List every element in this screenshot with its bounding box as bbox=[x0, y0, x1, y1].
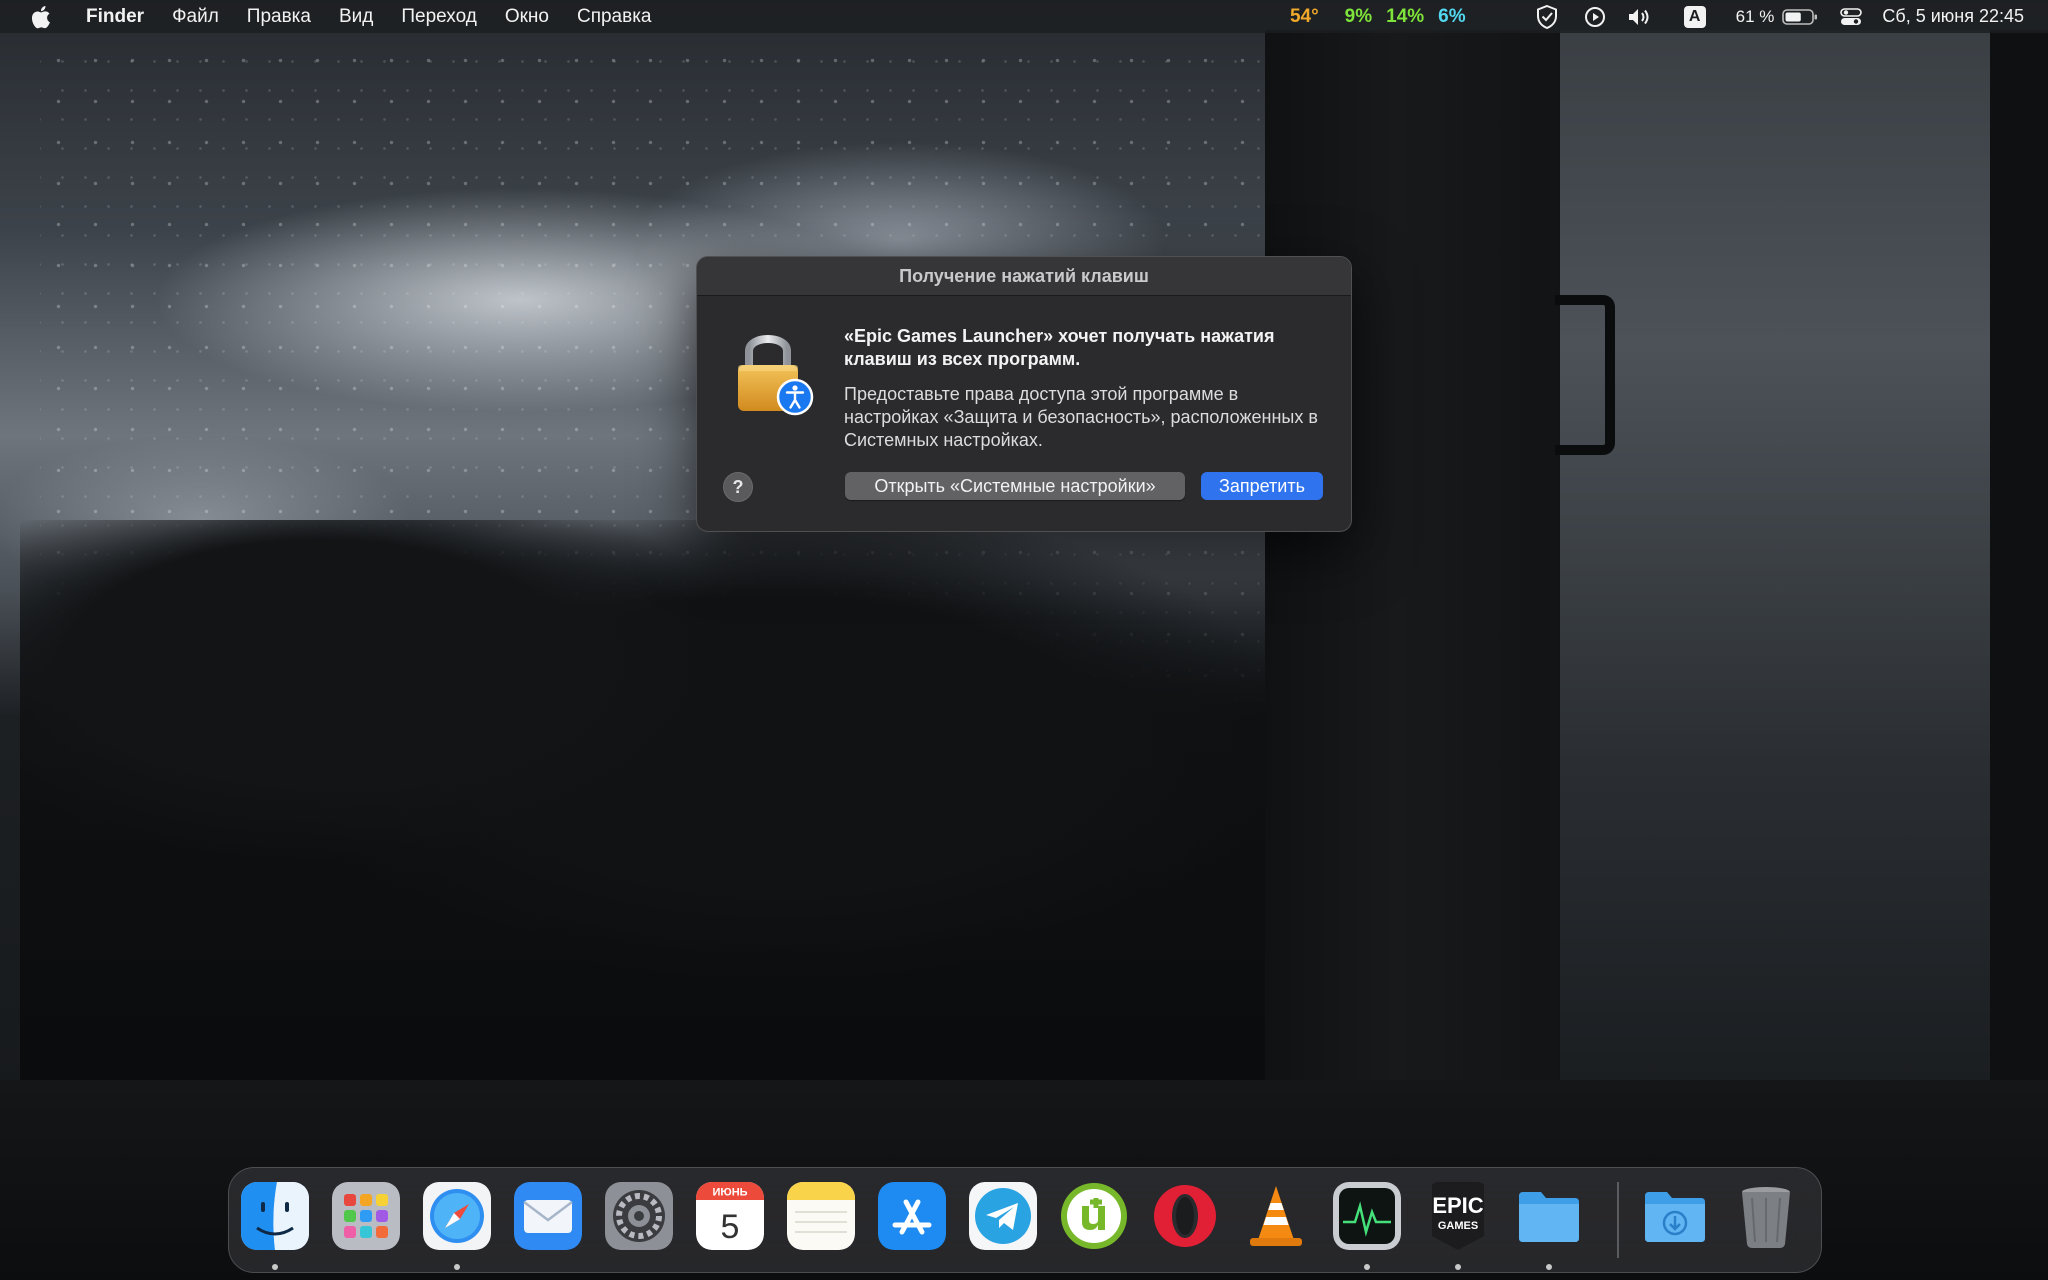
calendar-day: 5 bbox=[721, 1208, 740, 1246]
apple-icon[interactable] bbox=[30, 5, 52, 29]
epic-logo-line2: GAMES bbox=[1438, 1220, 1478, 1232]
dock-item-finder[interactable] bbox=[239, 1180, 311, 1270]
menu-file[interactable]: Файл bbox=[158, 0, 233, 33]
battery-icon[interactable] bbox=[1782, 8, 1818, 26]
running-indicator bbox=[1546, 1264, 1552, 1270]
wallpaper-trees bbox=[20, 520, 1270, 1080]
notes-icon bbox=[787, 1182, 855, 1250]
cpu-usage-stat[interactable]: 9% bbox=[1345, 6, 1372, 28]
utorrent-icon bbox=[1061, 1183, 1127, 1249]
dock-item-downloads[interactable] bbox=[1639, 1180, 1711, 1254]
running-indicator bbox=[1455, 1264, 1461, 1270]
launchpad-icon bbox=[332, 1182, 400, 1250]
menu-view[interactable]: Вид bbox=[325, 0, 387, 33]
dock-item-opera[interactable] bbox=[1149, 1180, 1221, 1254]
dock-separator bbox=[1617, 1182, 1619, 1258]
dock-item-mail[interactable] bbox=[512, 1180, 584, 1254]
dock-item-launchpad[interactable] bbox=[330, 1180, 402, 1254]
folder-icon bbox=[1519, 1192, 1579, 1242]
wallpaper-window-handle bbox=[1555, 295, 1615, 455]
menu-edit[interactable]: Правка bbox=[233, 0, 325, 33]
control-center-icon[interactable] bbox=[1840, 7, 1863, 27]
menubar-clock[interactable]: Сб, 5 июня 22:45 bbox=[1882, 6, 2024, 27]
adguard-shield-icon[interactable] bbox=[1534, 4, 1560, 30]
menu-app-finder[interactable]: Finder bbox=[74, 0, 158, 33]
dock-item-trash[interactable] bbox=[1730, 1180, 1802, 1254]
calendar-month: ИЮНЬ bbox=[712, 1187, 747, 1199]
dialog-headline: «Epic Games Launcher» хочет получать наж… bbox=[844, 326, 1275, 369]
trash-icon bbox=[1742, 1187, 1790, 1248]
menu-go[interactable]: Переход bbox=[387, 0, 490, 33]
dock-item-telegram[interactable] bbox=[967, 1180, 1039, 1254]
memory-usage-stat[interactable]: 14% bbox=[1386, 6, 1424, 28]
cpu-temperature-stat[interactable]: 54° bbox=[1290, 6, 1319, 28]
help-button[interactable]: ? bbox=[723, 472, 753, 502]
dock-item-vlc[interactable] bbox=[1240, 1180, 1312, 1254]
vlc-cone-icon bbox=[1250, 1186, 1302, 1246]
opera-icon bbox=[1154, 1185, 1216, 1247]
accessibility-permission-dialog: Получение нажатий клавиш «Epic Games Lau… bbox=[696, 256, 1352, 532]
telegram-icon bbox=[969, 1182, 1037, 1250]
dock-item-calendar[interactable]: ИЮНЬ 5 bbox=[694, 1180, 766, 1254]
disk-usage-stat[interactable]: 6% bbox=[1438, 6, 1465, 28]
activity-monitor-icon bbox=[1333, 1182, 1401, 1250]
input-source-label: A bbox=[1683, 5, 1706, 28]
gear-icon bbox=[605, 1182, 673, 1250]
battery-percent[interactable]: 61 % bbox=[1736, 7, 1775, 27]
dock-item-utorrent[interactable] bbox=[1058, 1180, 1130, 1254]
dock: ИЮНЬ 5 EPIC GAMES bbox=[228, 1167, 1822, 1273]
epic-games-icon: EPIC GAMES bbox=[1432, 1182, 1484, 1250]
safari-icon bbox=[423, 1182, 491, 1250]
running-indicator bbox=[272, 1264, 278, 1270]
dock-item-safari[interactable] bbox=[421, 1180, 493, 1270]
open-system-preferences-button[interactable]: Открыть «Системные настройки» bbox=[845, 472, 1185, 500]
dock-item-notes[interactable] bbox=[785, 1180, 857, 1254]
deny-button[interactable]: Запретить bbox=[1201, 472, 1323, 500]
volume-icon[interactable] bbox=[1626, 6, 1654, 28]
dock-item-system-preferences[interactable] bbox=[603, 1180, 675, 1254]
lock-accessibility-icon bbox=[738, 335, 814, 416]
downloads-folder-icon bbox=[1645, 1192, 1705, 1242]
input-source-icon[interactable]: A bbox=[1683, 5, 1706, 28]
dock-item-epic-games[interactable]: EPIC GAMES bbox=[1422, 1180, 1494, 1270]
play-circle-icon[interactable] bbox=[1584, 6, 1606, 28]
calendar-icon: ИЮНЬ 5 bbox=[696, 1182, 764, 1250]
dialog-title: Получение нажатий клавиш bbox=[697, 257, 1351, 296]
running-indicator bbox=[1364, 1264, 1370, 1270]
menu-help[interactable]: Справка bbox=[563, 0, 666, 33]
app-store-icon bbox=[878, 1182, 946, 1250]
wallpaper-window-frame bbox=[1265, 30, 1595, 1130]
menu-bar: Finder Файл Правка Вид Переход Окно Спра… bbox=[0, 0, 2048, 33]
dock-item-app-store[interactable] bbox=[876, 1180, 948, 1254]
dock-item-folder[interactable] bbox=[1513, 1180, 1585, 1270]
finder-icon bbox=[241, 1182, 309, 1250]
wallpaper-window-pane bbox=[1560, 30, 2000, 1080]
mail-icon bbox=[514, 1182, 582, 1250]
menu-window[interactable]: Окно bbox=[491, 0, 563, 33]
dock-item-activity-monitor[interactable] bbox=[1331, 1180, 1403, 1270]
dialog-message: Предоставьте права доступа этой программ… bbox=[844, 384, 1318, 450]
epic-logo-line1: EPIC bbox=[1432, 1193, 1483, 1218]
running-indicator bbox=[454, 1264, 460, 1270]
